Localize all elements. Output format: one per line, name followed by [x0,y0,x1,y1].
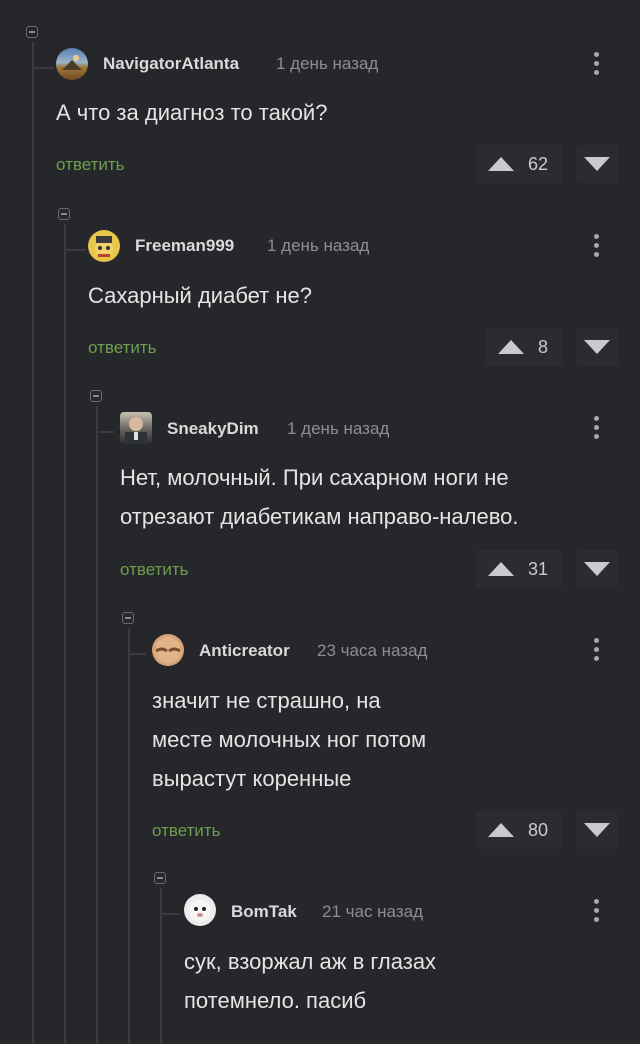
vote-count: 31 [528,558,549,579]
thread-line-4 [128,628,130,1044]
more-vertical-icon[interactable] [593,416,599,442]
comment-time: 1 день назад [276,54,379,73]
collapse-icon[interactable] [154,872,166,884]
more-vertical-icon[interactable] [593,234,599,260]
downvote-button[interactable] [576,328,618,366]
comment-time: 23 часа назад [317,641,428,660]
thread-connector-3 [96,431,114,433]
comment-time: 1 день назад [267,236,370,255]
comment-text: Сахарный диабет не? [88,283,312,308]
comment-author[interactable]: BomTak [231,902,297,922]
more-vertical-icon[interactable] [593,638,599,664]
comment-time: 1 день назад [287,419,390,438]
thread-line-5 [160,888,162,1044]
avatar-image [155,637,181,663]
comment-author[interactable]: Anticreator [199,641,290,661]
reply-button[interactable]: ответить [152,821,221,841]
avatar[interactable] [88,230,120,262]
upvote-icon [498,340,524,354]
downvote-icon [584,340,610,354]
comment-text-line: значит не страшно, на [152,688,381,713]
upvote-button[interactable]: 31 [476,550,562,588]
comment-author[interactable]: NavigatorAtlanta [103,54,239,74]
upvote-icon [488,562,514,576]
upvote-icon [488,157,514,171]
upvote-button[interactable]: 80 [476,811,562,849]
collapse-icon[interactable] [26,26,38,38]
downvote-button[interactable] [576,811,618,849]
more-vertical-icon[interactable] [593,899,599,925]
thread-line-2 [64,224,66,1044]
avatar-image [95,236,113,257]
reply-button[interactable]: ответить [120,560,189,580]
thread-line-3 [96,406,98,1044]
upvote-icon [488,823,514,837]
comment-text-line: вырастут коренные [152,766,352,791]
reply-button[interactable]: ответить [56,155,125,175]
avatar-image [189,900,211,922]
thread-connector-4 [128,653,146,655]
collapse-icon[interactable] [58,208,70,220]
avatar[interactable] [184,894,216,926]
downvote-button[interactable] [576,145,618,183]
comment-text-line: месте молочных ног потом [152,727,427,752]
avatar[interactable] [152,634,184,666]
comment-author[interactable]: Freeman999 [135,236,234,256]
avatar-image [62,55,82,70]
thread-connector-5 [160,913,180,915]
avatar[interactable] [120,412,152,444]
avatar[interactable] [56,48,88,80]
downvote-icon [584,157,610,171]
collapse-icon[interactable] [90,390,102,402]
comment-text-line: Нет, молочный. При сахарном ноги не [120,465,509,490]
comment-text: А что за диагноз то такой? [56,100,328,125]
upvote-button[interactable]: 62 [476,145,562,183]
comment-text-line: потемнело. пасиб [184,988,367,1013]
vote-count: 80 [528,819,549,840]
downvote-icon [584,823,610,837]
avatar-image [125,417,147,444]
reply-button[interactable]: ответить [88,338,157,358]
comment-text-line: сук, взоржал аж в глазах [184,949,437,974]
thread-connector-2 [64,249,86,251]
downvote-button[interactable] [576,550,618,588]
thread-line-1 [32,42,34,1044]
collapse-icon[interactable] [122,612,134,624]
vote-count: 62 [528,153,549,174]
comment-time: 21 час назад [322,902,423,921]
downvote-icon [584,562,610,576]
more-vertical-icon[interactable] [593,52,599,78]
thread-connector-1 [32,67,54,69]
comment-text-line: отрезают диабетикам направо-налево. [120,504,519,529]
upvote-button[interactable]: 8 [486,328,562,366]
vote-count: 8 [538,336,549,357]
comment-author[interactable]: SneakyDim [167,419,259,439]
